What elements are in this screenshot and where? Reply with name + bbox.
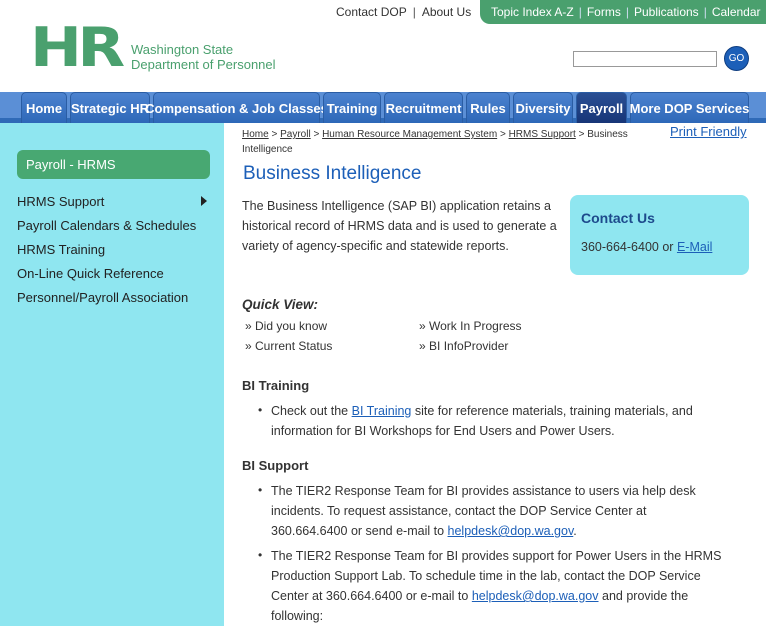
sidebar-heading[interactable]: Payroll - HRMS xyxy=(17,150,210,179)
breadcrumb-separator: > xyxy=(578,129,585,140)
breadcrumb-separator: > xyxy=(271,129,278,140)
topic-index-link[interactable]: Topic Index A-Z xyxy=(486,5,579,19)
contact-line: 360-664-6400 or E-Mail xyxy=(581,240,712,254)
quick-view-item[interactable]: » Did you know xyxy=(245,319,327,333)
breadcrumb-hrms[interactable]: Human Resource Management System xyxy=(322,129,497,140)
breadcrumb: Home > Payroll > Human Resource Manageme… xyxy=(242,127,657,157)
logo-text: HR xyxy=(30,16,125,79)
bi-support-item-1: The TIER2 Response Team for BI provides … xyxy=(271,481,711,541)
quick-view-label: Did you know xyxy=(255,319,328,333)
sidebar-item-association[interactable]: Personnel/Payroll Association xyxy=(17,290,188,305)
quick-view-label: BI InfoProvider xyxy=(429,339,509,353)
calendar-link[interactable]: Calendar xyxy=(707,5,766,19)
breadcrumb-home[interactable]: Home xyxy=(242,129,269,140)
quick-view-label: Work In Progress xyxy=(429,319,522,333)
tab-strategic-hr[interactable]: Strategic HR xyxy=(70,92,150,123)
contact-dop-link[interactable]: Contact DOP xyxy=(330,5,413,19)
helpdesk-email-link[interactable]: helpdesk@dop.wa.gov xyxy=(448,524,574,538)
print-friendly-link[interactable]: Print Friendly xyxy=(670,124,747,139)
quick-view-item[interactable]: » BI InfoProvider xyxy=(419,339,508,353)
tab-diversity[interactable]: Diversity xyxy=(513,92,573,123)
utility-links: Topic Index A-Z | Forms | Publications |… xyxy=(480,0,766,24)
contact-box xyxy=(570,195,749,275)
breadcrumb-separator: > xyxy=(499,129,506,140)
contact-or: or xyxy=(662,240,674,254)
bi-training-text: Check out the BI Training site for refer… xyxy=(271,401,741,441)
bi-training-link[interactable]: BI Training xyxy=(352,404,412,418)
about-us-link[interactable]: About Us xyxy=(416,5,477,19)
org-line2: Department of Personnel xyxy=(131,57,276,72)
helpdesk-email-link[interactable]: helpdesk@dop.wa.gov xyxy=(472,589,599,603)
forms-link[interactable]: Forms xyxy=(582,5,626,19)
sidebar-item-payroll-calendars[interactable]: Payroll Calendars & Schedules xyxy=(17,218,196,233)
quick-view-item[interactable]: » Current Status xyxy=(245,339,332,353)
bi-training-before: Check out the xyxy=(271,404,349,418)
org-name: Washington State Department of Personnel xyxy=(131,42,276,72)
bi-support-title: BI Support xyxy=(242,458,309,473)
org-line1: Washington State xyxy=(131,42,234,57)
bullet-icon: • xyxy=(258,483,263,497)
tab-training[interactable]: Training xyxy=(323,92,381,123)
quick-view-title: Quick View: xyxy=(242,297,319,312)
tab-home[interactable]: Home xyxy=(21,92,67,123)
sidebar-item-hrms-training[interactable]: HRMS Training xyxy=(17,242,105,257)
publications-link[interactable]: Publications xyxy=(629,5,704,19)
page-title: Business Intelligence xyxy=(243,163,422,184)
bi-training-title: BI Training xyxy=(242,378,310,393)
sidebar-item-hrms-support[interactable]: HRMS Support xyxy=(17,194,104,209)
contact-phone: 360-664-6400 xyxy=(581,240,659,254)
breadcrumb-hrms-support[interactable]: HRMS Support xyxy=(509,129,576,140)
tab-rules[interactable]: Rules xyxy=(466,92,510,123)
breadcrumb-separator: > xyxy=(313,129,320,140)
intro-text: The Business Intelligence (SAP BI) appli… xyxy=(242,199,557,253)
search-input[interactable] xyxy=(573,51,717,67)
hr-logo[interactable]: HR xyxy=(30,21,125,75)
tab-recruitment[interactable]: Recruitment xyxy=(384,92,463,123)
quick-view-label: Current Status xyxy=(255,339,333,353)
tab-compensation[interactable]: Compensation & Job Classes xyxy=(145,92,328,123)
breadcrumb-payroll[interactable]: Payroll xyxy=(280,129,311,140)
top-links: Contact DOP | About Us xyxy=(330,0,477,24)
bi-support-item-2: The TIER2 Response Team for BI provides … xyxy=(271,546,741,626)
tab-more-services[interactable]: More DOP Services xyxy=(630,92,749,123)
submenu-arrow-icon xyxy=(201,196,207,206)
sidebar-item-quick-reference[interactable]: On-Line Quick Reference xyxy=(17,266,164,281)
bullet-icon: • xyxy=(258,548,263,562)
quick-view-item[interactable]: » Work In Progress xyxy=(419,319,522,333)
bi-support-end-1: . xyxy=(573,524,577,538)
tab-payroll[interactable]: Payroll xyxy=(576,92,627,123)
contact-email-link[interactable]: E-Mail xyxy=(677,240,712,254)
contact-title: Contact Us xyxy=(581,210,655,226)
go-button[interactable]: GO xyxy=(724,46,749,71)
bullet-icon: • xyxy=(258,403,263,417)
